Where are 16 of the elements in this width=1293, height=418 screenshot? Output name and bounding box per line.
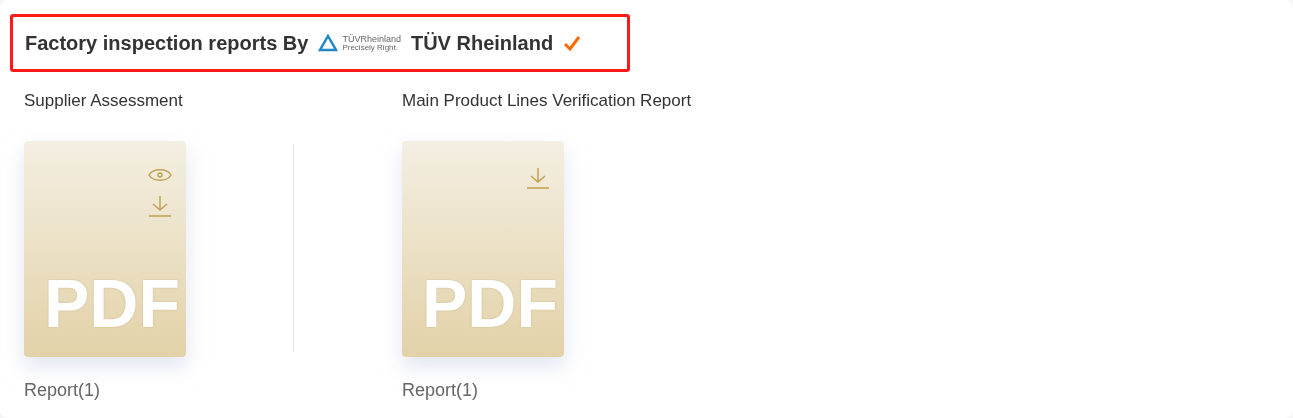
pdf-card[interactable]: PDF xyxy=(402,140,564,357)
report-count: Report(1) xyxy=(24,378,102,402)
section-title: Factory inspection reports By xyxy=(25,31,309,56)
download-icon[interactable] xyxy=(526,166,550,189)
report-title: Main Product Lines Verification Report xyxy=(402,90,693,112)
pdf-label: PDF xyxy=(422,268,558,337)
pdf-card[interactable]: PDF xyxy=(24,140,186,357)
triangle-logo-icon xyxy=(318,34,339,52)
logo-tagline: Precisely Right. xyxy=(342,43,399,52)
brand-name: TÜV Rheinland xyxy=(410,31,554,56)
pdf-label: PDF xyxy=(44,268,180,337)
report-count: Report(1) xyxy=(402,378,480,402)
report-title: Supplier Assessment xyxy=(24,90,184,112)
logo-wordmark: TÜVRheinland xyxy=(342,34,401,44)
view-icon[interactable] xyxy=(148,166,172,183)
download-icon[interactable] xyxy=(148,194,172,217)
